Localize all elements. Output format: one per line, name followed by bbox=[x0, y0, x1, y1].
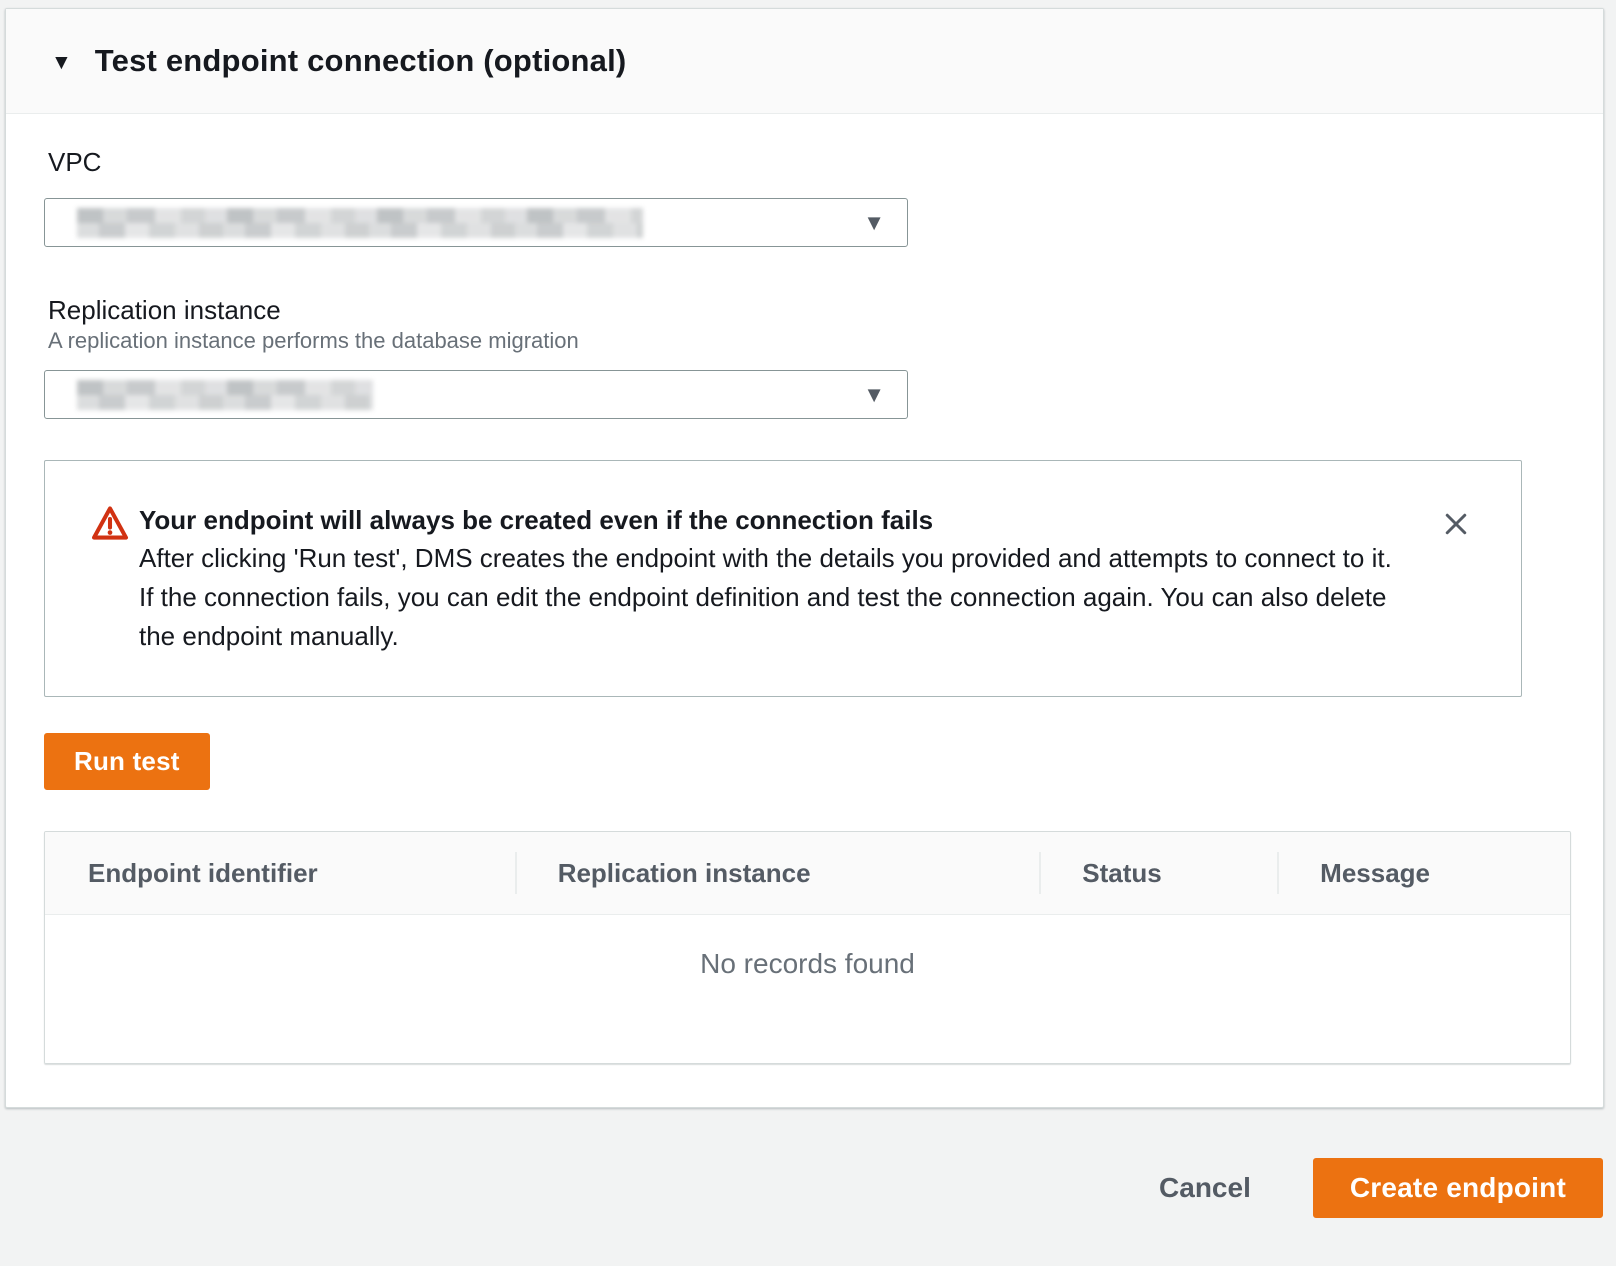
section-title: Test endpoint connection (optional) bbox=[95, 43, 627, 79]
run-test-row: Run test bbox=[44, 733, 1571, 790]
table-header-row: Endpoint identifier Replication instance… bbox=[45, 832, 1570, 915]
column-header-status: Status bbox=[1039, 832, 1277, 914]
collapse-caret-icon: ▼ bbox=[51, 52, 72, 73]
replication-instance-field: Replication instance A replication insta… bbox=[44, 295, 1571, 419]
warning-alert: Your endpoint will always be created eve… bbox=[44, 460, 1522, 697]
replication-instance-description: A replication instance performs the data… bbox=[48, 328, 1571, 354]
empty-state-message: No records found bbox=[45, 915, 1570, 980]
replication-instance-label: Replication instance bbox=[48, 295, 1571, 326]
run-test-button[interactable]: Run test bbox=[44, 733, 210, 790]
test-endpoint-connection-panel: ▼ Test endpoint connection (optional) VP… bbox=[5, 8, 1604, 1108]
chevron-down-icon: ▼ bbox=[863, 384, 885, 406]
warning-triangle-icon bbox=[91, 505, 129, 546]
alert-content: Your endpoint will always be created eve… bbox=[139, 501, 1435, 656]
connection-results-table: Endpoint identifier Replication instance… bbox=[44, 831, 1571, 1064]
alert-body: After clicking 'Run test', DMS creates t… bbox=[139, 539, 1405, 656]
alert-title: Your endpoint will always be created eve… bbox=[139, 501, 1405, 539]
column-header-replication-instance: Replication instance bbox=[515, 832, 1040, 914]
vpc-field: VPC ▼ bbox=[44, 147, 1571, 247]
chevron-down-icon: ▼ bbox=[863, 212, 885, 234]
replication-instance-redacted-value bbox=[77, 380, 373, 410]
section-body: VPC ▼ Replication instance A replication… bbox=[6, 114, 1603, 1107]
vpc-select-redacted-value bbox=[77, 208, 643, 238]
create-endpoint-button[interactable]: Create endpoint bbox=[1313, 1158, 1603, 1218]
form-footer-actions: Cancel Create endpoint bbox=[0, 1108, 1616, 1218]
section-header-toggle[interactable]: ▼ Test endpoint connection (optional) bbox=[6, 9, 1603, 114]
replication-instance-select[interactable]: ▼ bbox=[44, 370, 908, 419]
table-body: No records found bbox=[45, 915, 1570, 1063]
column-header-message: Message bbox=[1277, 832, 1570, 914]
close-icon[interactable] bbox=[1435, 503, 1477, 545]
vpc-select[interactable]: ▼ bbox=[44, 198, 908, 247]
vpc-label: VPC bbox=[48, 147, 1571, 178]
cancel-button[interactable]: Cancel bbox=[1139, 1160, 1271, 1216]
column-header-endpoint-identifier: Endpoint identifier bbox=[45, 832, 515, 914]
